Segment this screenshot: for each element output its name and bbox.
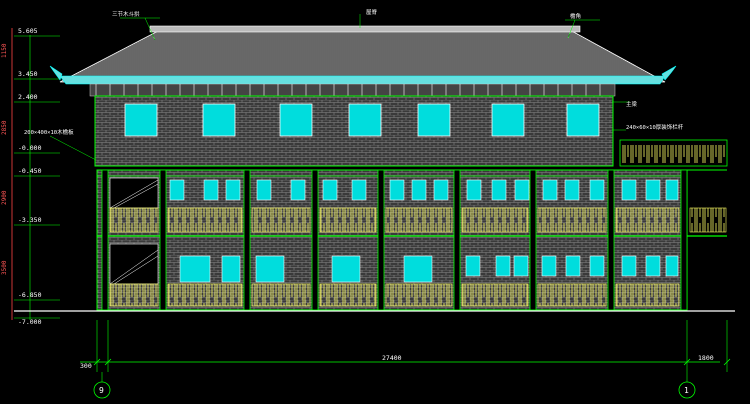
- axis-label-left: 9: [99, 386, 104, 395]
- dim-right: 1800: [698, 354, 714, 362]
- window: [279, 103, 313, 137]
- eave-right-corner: [661, 65, 677, 81]
- window: [169, 179, 185, 201]
- window: [589, 255, 605, 277]
- annotation-left-beam: 200×400×10木檐板: [24, 128, 74, 136]
- window: [403, 255, 433, 283]
- window: [202, 103, 236, 137]
- window: [351, 179, 367, 201]
- elev-label-8: -7.000: [18, 318, 42, 326]
- stair-lower: [109, 243, 159, 285]
- window: [589, 179, 605, 201]
- window: [542, 179, 558, 201]
- elev-label-2: 3.450: [18, 70, 38, 78]
- axis-label-right: 1: [684, 386, 689, 395]
- annotation-top-left: 三节木斗拱: [112, 10, 140, 18]
- upper-story: [94, 95, 614, 167]
- elev-mark-5: -0.450: [14, 167, 60, 177]
- window: [541, 255, 557, 277]
- elev-mark-6: -3.350: [14, 216, 60, 226]
- elev-mark-1: 5.605: [14, 27, 60, 37]
- window: [255, 255, 285, 283]
- elev-label-5: -0.450: [18, 167, 42, 175]
- window: [331, 255, 361, 283]
- elev-mark-8: -7.000: [14, 317, 60, 326]
- window: [203, 179, 219, 201]
- vdim-2: 2850: [1, 120, 8, 135]
- middle-railings: [109, 207, 727, 233]
- window: [566, 103, 600, 137]
- bottom-dimension: 300 27400 1800: [80, 320, 731, 372]
- axis-markers: 9 1: [93, 372, 696, 399]
- lower-railings: [109, 283, 680, 307]
- annotation-top-right: 檐角: [570, 12, 581, 20]
- roof: [49, 25, 677, 97]
- vdim-4: 3500: [1, 260, 8, 275]
- window: [124, 103, 158, 137]
- elevation-svg: 1150 2850 2900 3500 5.605 3.450 2.400 -0…: [1, 8, 735, 399]
- window: [621, 255, 637, 277]
- window: [564, 179, 580, 201]
- elev-label-1: 5.605: [18, 27, 38, 35]
- window: [514, 179, 530, 201]
- eave-left-corner: [49, 65, 63, 81]
- window: [256, 179, 272, 201]
- stair-upper: [109, 177, 159, 209]
- elev-label-7: -6.850: [18, 291, 42, 299]
- window: [389, 179, 405, 201]
- window: [565, 255, 581, 277]
- right-terrace: [619, 139, 728, 171]
- elev-label-3: 2.400: [18, 93, 38, 101]
- window: [417, 103, 451, 137]
- window: [411, 179, 427, 201]
- window: [179, 255, 211, 283]
- window: [225, 179, 241, 201]
- dim-middle: 27400: [382, 354, 402, 362]
- annotation-right-railing: 240×60×10厚装饰栏杆: [626, 123, 684, 131]
- window: [433, 179, 449, 201]
- window: [513, 255, 529, 277]
- vdim-3: 2900: [1, 190, 8, 205]
- annotation-ridge: 屋脊: [366, 8, 378, 16]
- vertical-dimensions: 1150 2850 2900 3500: [1, 43, 8, 275]
- window: [495, 255, 511, 277]
- annotation-right-beam: 主梁: [626, 100, 638, 108]
- window: [465, 255, 481, 277]
- window: [665, 179, 679, 201]
- window: [665, 255, 679, 277]
- cad-elevation-drawing: 1150 2850 2900 3500 5.605 3.450 2.400 -0…: [0, 0, 750, 400]
- elev-mark-7: -6.850: [14, 291, 60, 301]
- window: [290, 179, 306, 201]
- roof-ridge: [149, 25, 581, 33]
- elev-mark-2: 3.450: [14, 70, 60, 80]
- elev-label-4: -0.000: [18, 144, 42, 152]
- window: [466, 179, 482, 201]
- window: [491, 179, 507, 201]
- elev-mark-3: 2.400: [14, 93, 60, 103]
- vdim-1: 1150: [1, 43, 8, 58]
- elev-label-6: -3.350: [18, 216, 42, 224]
- window: [645, 179, 661, 201]
- window: [645, 255, 661, 277]
- dim-left: 300: [80, 362, 92, 370]
- window: [221, 255, 241, 283]
- window: [621, 179, 637, 201]
- elev-mark-4: -0.000: [14, 144, 60, 154]
- window: [322, 179, 338, 201]
- elevation-marks: 5.605 3.450 2.400 -0.000 -0.450 -3.350 -…: [14, 27, 60, 326]
- window: [491, 103, 525, 137]
- window: [348, 103, 382, 137]
